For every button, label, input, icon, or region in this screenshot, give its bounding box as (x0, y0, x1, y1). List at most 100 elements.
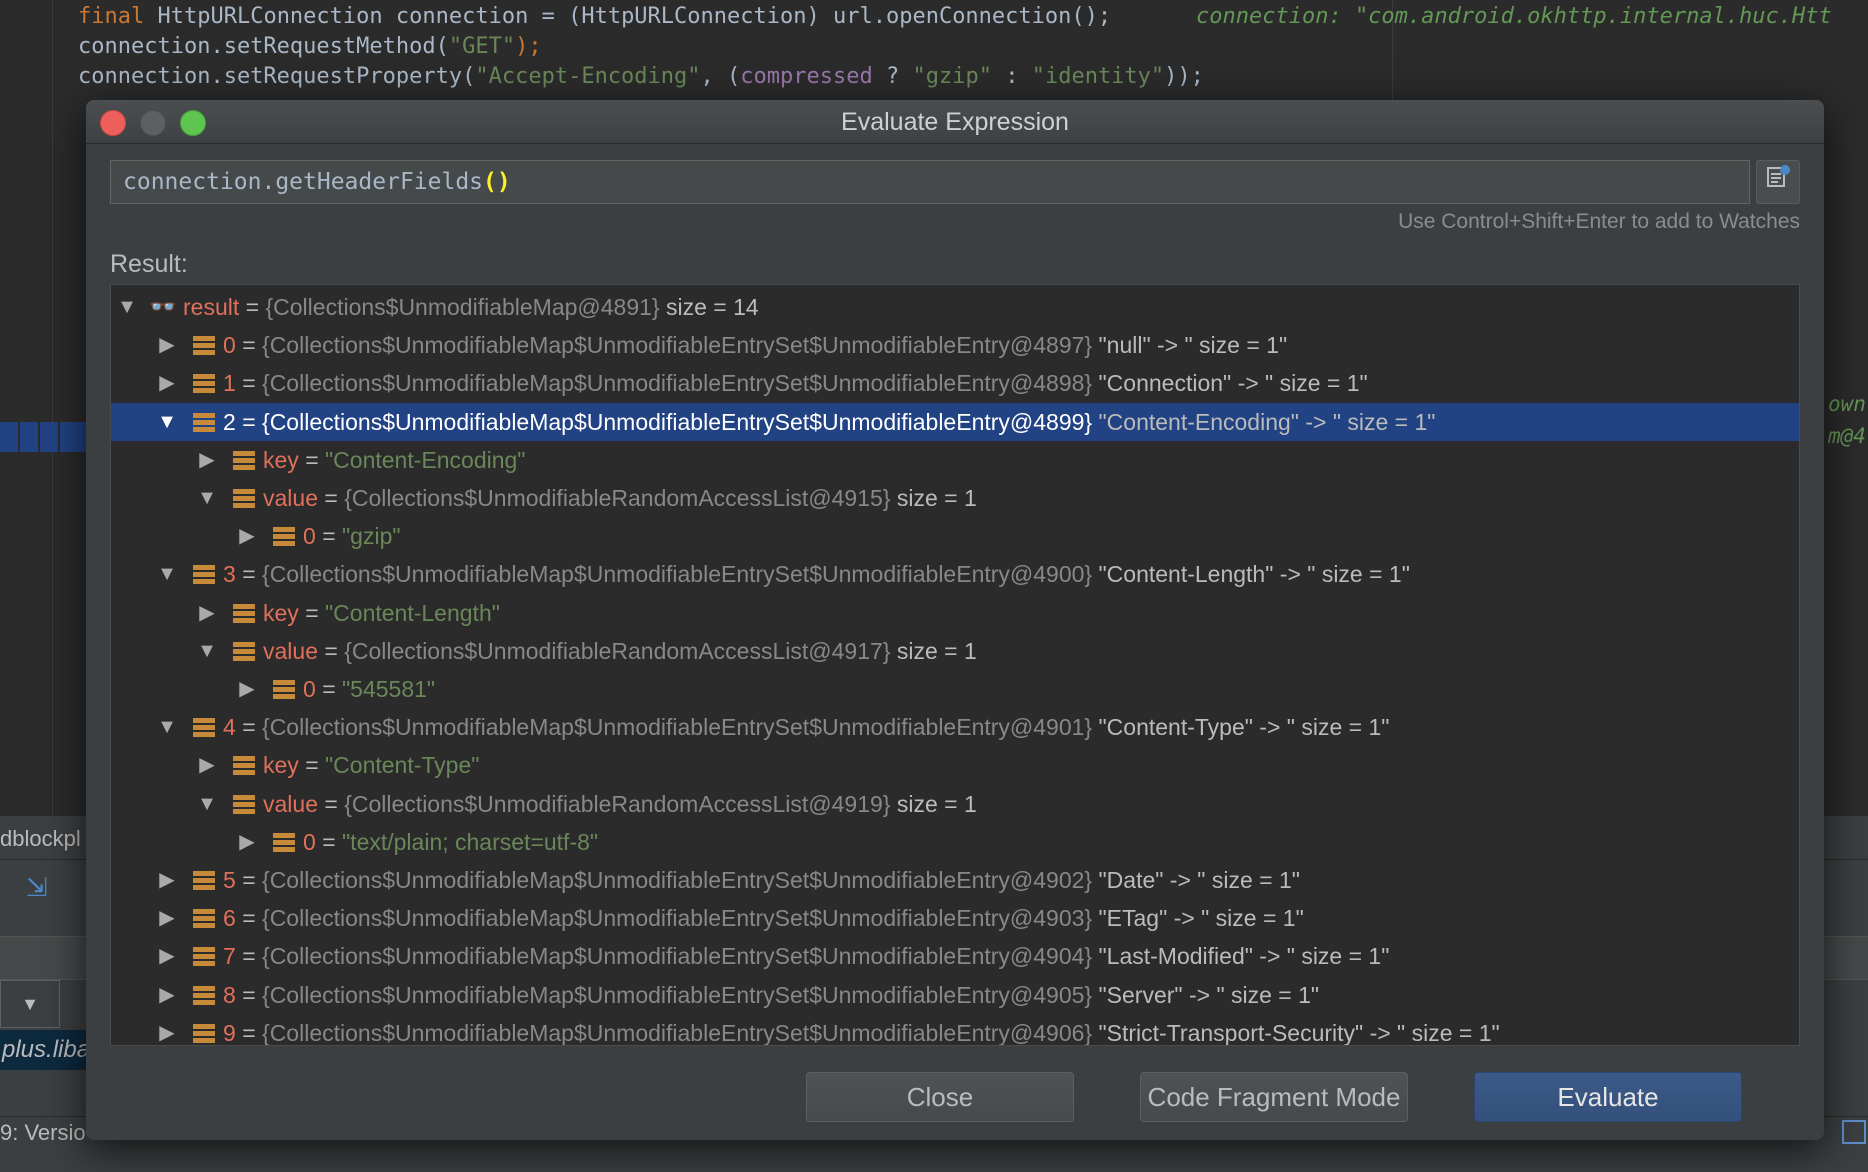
expand-right-icon[interactable]: ▶ (235, 517, 259, 555)
code-token: final (78, 4, 158, 29)
expand-right-icon[interactable]: ▶ (235, 823, 259, 861)
expand-right-icon[interactable]: ▶ (235, 670, 259, 708)
chevron-down-icon[interactable]: ▼ (0, 980, 60, 1028)
tool-window-tab[interactable]: dblockpl (0, 826, 81, 852)
object-ref: {Collections$UnmodifiableMap$Unmodifiabl… (262, 332, 1093, 359)
expand-right-icon[interactable]: ▶ (155, 899, 179, 937)
expand-right-icon[interactable]: ▶ (155, 326, 179, 364)
expand-down-icon[interactable]: ▼ (155, 708, 179, 746)
tree-row[interactable]: ▶ 5 = {Collections$UnmodifiableMap$Unmodi… (111, 861, 1799, 899)
tree-row[interactable]: ▼ 2 = {Collections$UnmodifiableMap$Unmodi… (111, 402, 1799, 441)
expand-right-icon[interactable]: ▶ (155, 364, 179, 402)
entry-description: "Connection" -> " size = 1" (1098, 370, 1368, 397)
equals-sign: = (322, 523, 336, 550)
equals-sign: = (322, 676, 336, 702)
string-value: "Content-Encoding" (325, 446, 526, 473)
result-tree[interactable]: ▼ 👓 result = {Collections$UnmodifiableMap@… (110, 284, 1800, 1046)
version-control-tab[interactable]: 9: Versio (0, 1120, 86, 1146)
variable-name: 0 (303, 828, 316, 855)
tree-row-text: 2 = {Collections$UnmodifiableMap$Unmodif… (223, 403, 1435, 441)
expand-right-icon[interactable]: ▶ (155, 861, 179, 899)
history-button[interactable] (1756, 160, 1800, 204)
equals-sign: = (242, 370, 256, 397)
event-log-icon[interactable] (1842, 1120, 1866, 1144)
field-icon (193, 947, 215, 967)
evaluate-button[interactable]: Evaluate (1474, 1072, 1742, 1122)
tree-row[interactable]: ▶ 0 = "545581" (111, 670, 1799, 708)
field-icon (193, 374, 215, 394)
tree-row[interactable]: ▶ 0 = {Collections$UnmodifiableMap$Unmodi… (111, 326, 1799, 364)
close-button[interactable]: Close (806, 1072, 1074, 1122)
library-item[interactable]: plus.liba (0, 1030, 90, 1070)
field-icon (193, 336, 215, 356)
equals-sign: = (305, 752, 319, 779)
object-ref: {Collections$UnmodifiableMap$Unmodifiabl… (262, 943, 1093, 970)
tree-row[interactable]: ▶ key = "Content-Type" (111, 746, 1799, 784)
variable-name: 0 (303, 676, 316, 702)
variable-name: 5 (223, 867, 236, 893)
equals-sign: = (324, 485, 338, 511)
tree-row-text: 6 = {Collections$UnmodifiableMap$Unmodif… (223, 899, 1304, 937)
dialog-titlebar[interactable]: Evaluate Expression (86, 100, 1824, 144)
expand-right-icon[interactable]: ▶ (155, 1014, 179, 1045)
expand-right-icon[interactable]: ▶ (155, 937, 179, 975)
expression-input[interactable]: connection.getHeaderFields() (110, 160, 1750, 204)
tree-row[interactable]: ▶ 1 = {Collections$UnmodifiableMap$Unmodi… (111, 364, 1799, 402)
tree-row[interactable]: ▶ 6 = {Collections$UnmodifiableMap$Unmodi… (111, 899, 1799, 937)
string-value: "Content-Length" (325, 599, 500, 626)
object-ref: {Collections$UnmodifiableMap$Unmodifiabl… (262, 867, 1093, 893)
expand-down-icon[interactable]: ▼ (195, 632, 219, 670)
code-token: ? (872, 64, 913, 89)
tree-row[interactable]: ▼ 3 = {Collections$UnmodifiableMap$Unmodi… (111, 555, 1799, 593)
tree-row[interactable]: ▼ 4 = {Collections$UnmodifiableMap$Unmodi… (111, 708, 1799, 746)
expand-right-icon[interactable]: ▶ (195, 746, 219, 784)
code-line[interactable]: final HttpURLConnection connection = (Ht… (78, 4, 1111, 29)
tree-row-text: 4 = {Collections$UnmodifiableMap$Unmodif… (223, 708, 1389, 746)
expand-right-icon[interactable]: ▶ (195, 441, 219, 479)
expression-code: connection.getHeaderFields (123, 169, 484, 195)
field-icon (233, 450, 255, 471)
expand-down-icon[interactable]: ▼ (155, 555, 179, 593)
tree-row[interactable]: ▶ 7 = {Collections$UnmodifiableMap$Unmodi… (111, 937, 1799, 975)
tree-row[interactable]: ▼ value = {Collections$UnmodifiableRandom… (111, 785, 1799, 823)
code-token: ); (515, 34, 542, 59)
code-token: "Accept-Encoding" (475, 64, 701, 89)
expand-down-icon[interactable]: ▼ (195, 479, 219, 517)
tree-row-text: 1 = {Collections$UnmodifiableMap$Unmodif… (223, 364, 1368, 402)
variable-name: key (263, 446, 299, 473)
tree-row-text: 0 = "gzip" (303, 517, 401, 555)
variable-name: 6 (223, 905, 236, 932)
equals-sign: = (324, 637, 338, 664)
code-fragment-mode-button[interactable]: Code Fragment Mode (1140, 1072, 1408, 1122)
variable-name: 9 (223, 1019, 236, 1046)
tree-row[interactable]: ▼ value = {Collections$UnmodifiableRandom… (111, 632, 1799, 670)
entry-description: "Content-Length" -> " size = 1" (1098, 561, 1410, 588)
code-line[interactable]: connection.setRequestMethod("GET"); (78, 34, 542, 59)
editor-fragment: m@4 (1828, 424, 1866, 448)
tree-row-text: value = {Collections$UnmodifiableRandomA… (263, 785, 977, 823)
expand-down-icon[interactable]: ▼ (155, 403, 179, 441)
tree-row[interactable]: ▼ value = {Collections$UnmodifiableRandom… (111, 479, 1799, 517)
equals-sign: = (322, 828, 336, 855)
step-into-icon[interactable]: ⇲ (26, 872, 60, 906)
expand-down-icon[interactable]: ▼ (195, 785, 219, 823)
expand-down-icon[interactable]: ▼ (115, 288, 139, 326)
tree-root-row[interactable]: ▼ 👓 result = {Collections$UnmodifiableMap@… (111, 288, 1799, 326)
tree-row-text: value = {Collections$UnmodifiableRandomA… (263, 479, 977, 517)
expand-right-icon[interactable]: ▶ (195, 594, 219, 632)
string-value: "text/plain; charset=utf-8" (342, 828, 599, 855)
tree-row-text: 7 = {Collections$UnmodifiableMap$Unmodif… (223, 937, 1389, 975)
tree-row[interactable]: ▶ 0 = "text/plain; charset=utf-8" (111, 823, 1799, 861)
field-icon (193, 871, 215, 891)
tree-row[interactable]: ▶ key = "Content-Encoding" (111, 441, 1799, 479)
variable-name: 4 (223, 714, 236, 741)
tree-row[interactable]: ▶ 9 = {Collections$UnmodifiableMap$Unmodi… (111, 1014, 1799, 1046)
tree-row-text: key = "Content-Encoding" (263, 441, 525, 479)
tree-row[interactable]: ▶ 0 = "gzip" (111, 517, 1799, 555)
expand-right-icon[interactable]: ▶ (155, 976, 179, 1014)
tree-row[interactable]: ▶ 8 = {Collections$UnmodifiableMap$Unmodi… (111, 976, 1799, 1014)
code-line[interactable]: connection.setRequestProperty("Accept-En… (78, 64, 1204, 89)
equals-sign: = (242, 714, 256, 741)
entry-description: "Strict-Transport-Security" -> " size = … (1098, 1019, 1500, 1046)
tree-row[interactable]: ▶ key = "Content-Length" (111, 594, 1799, 632)
